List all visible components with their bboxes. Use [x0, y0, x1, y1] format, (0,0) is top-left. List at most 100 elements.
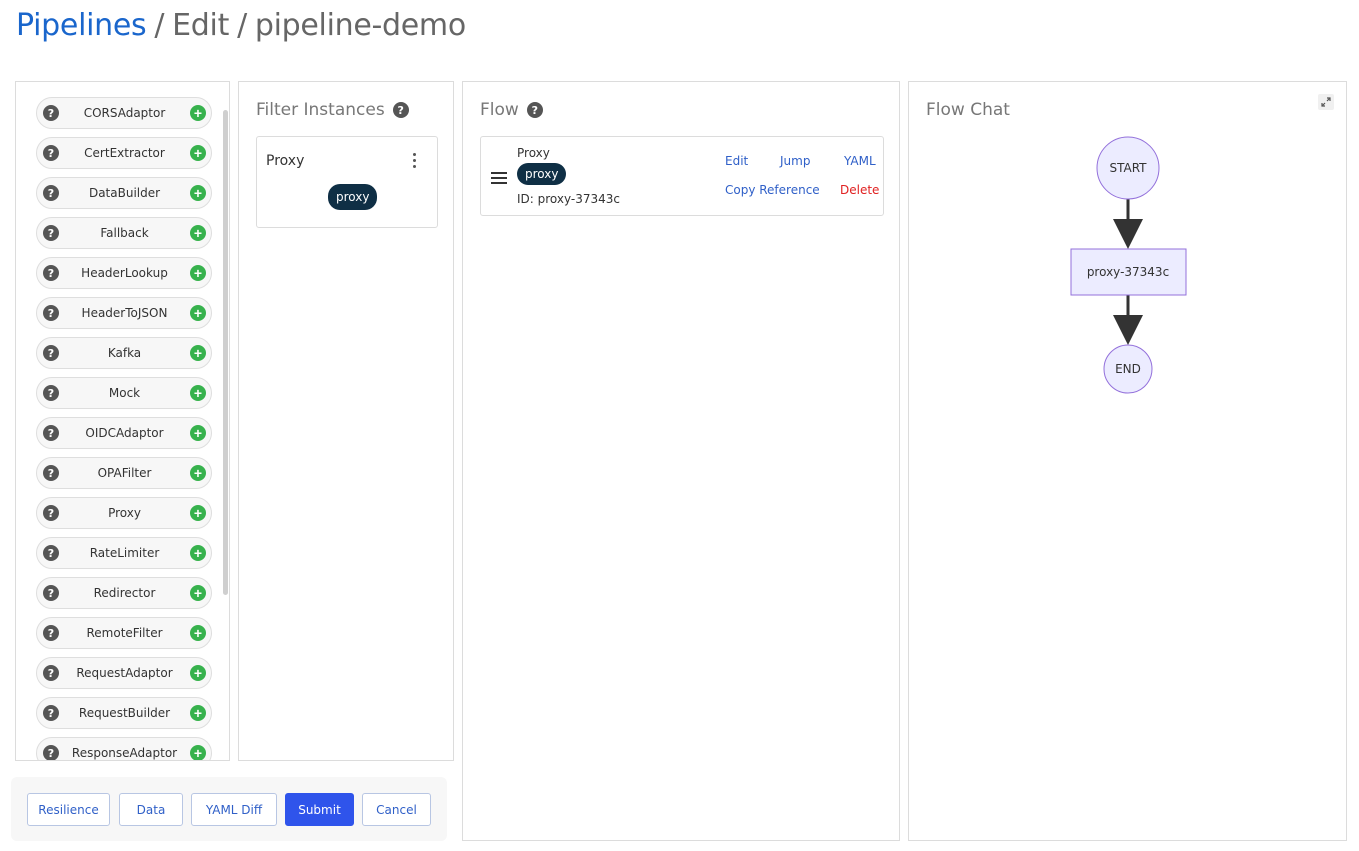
add-icon[interactable]: +	[190, 625, 206, 641]
help-icon[interactable]: ?	[43, 385, 59, 401]
help-icon[interactable]: ?	[392, 102, 409, 118]
help-icon[interactable]: ?	[43, 345, 59, 361]
filter-item[interactable]: ? Redirector +	[36, 577, 212, 609]
help-icon[interactable]: ?	[43, 625, 59, 641]
jump-link[interactable]: Jump	[780, 154, 810, 168]
filter-item-label: DataBuilder	[88, 186, 161, 200]
chart-start-label: START	[1109, 161, 1147, 175]
help-icon[interactable]: ?	[43, 145, 59, 161]
instance-name-tag: proxy	[328, 184, 378, 210]
help-icon[interactable]: ?	[43, 545, 59, 561]
flow-title: Flow ?	[480, 100, 543, 120]
flow-chart-panel: Flow Chat START proxy-37343c END	[908, 81, 1347, 841]
edit-link[interactable]: Edit	[725, 154, 748, 168]
add-icon[interactable]: +	[190, 225, 206, 241]
help-icon[interactable]: ?	[526, 102, 543, 118]
filter-list-scrollbar[interactable]	[223, 110, 228, 595]
yaml-diff-button[interactable]: YAML Diff	[191, 793, 277, 826]
add-icon[interactable]: +	[190, 345, 206, 361]
filter-item[interactable]: ? Proxy +	[36, 497, 212, 529]
filter-item[interactable]: ? RateLimiter +	[36, 537, 212, 569]
add-icon[interactable]: +	[190, 745, 206, 760]
filter-item-label: HeaderToJSON	[81, 306, 168, 320]
filter-item[interactable]: ? Mock +	[36, 377, 212, 409]
filter-item-label: Redirector	[93, 586, 156, 600]
help-icon[interactable]: ?	[43, 305, 59, 321]
data-button[interactable]: Data	[119, 793, 183, 826]
add-icon[interactable]: +	[190, 185, 206, 201]
filter-item-label: Mock	[108, 386, 141, 400]
filter-item[interactable]: ? RequestBuilder +	[36, 697, 212, 729]
help-icon[interactable]: ?	[43, 505, 59, 521]
more-vertical-icon[interactable]	[413, 153, 417, 168]
help-icon[interactable]: ?	[43, 585, 59, 601]
filter-item[interactable]: ? DataBuilder +	[36, 177, 212, 209]
filter-item[interactable]: ? RemoteFilter +	[36, 617, 212, 649]
chart-end-label: END	[1115, 362, 1141, 376]
copy-reference-link[interactable]: Copy Reference	[725, 183, 820, 197]
filter-item-label: CertExtractor	[84, 146, 165, 160]
add-icon[interactable]: +	[190, 265, 206, 281]
help-icon[interactable]: ?	[43, 745, 59, 760]
filter-item[interactable]: ? Fallback +	[36, 217, 212, 249]
help-icon[interactable]: ?	[43, 465, 59, 481]
filter-item[interactable]: ? ResponseAdaptor +	[36, 737, 212, 760]
add-icon[interactable]: +	[190, 665, 206, 681]
breadcrumb-edit: Edit	[172, 8, 230, 43]
help-icon[interactable]: ?	[43, 665, 59, 681]
help-icon[interactable]: ?	[43, 105, 59, 121]
add-icon[interactable]: +	[190, 305, 206, 321]
filter-item-label: Fallback	[100, 226, 149, 240]
filter-item[interactable]: ? Kafka +	[36, 337, 212, 369]
flow-step-id: ID: proxy-37343c	[517, 192, 620, 206]
add-icon[interactable]: +	[190, 105, 206, 121]
filter-item-label: CORSAdaptor	[83, 106, 166, 120]
filter-item-label: OIDCAdaptor	[85, 426, 164, 440]
add-icon[interactable]: +	[190, 505, 206, 521]
breadcrumb-separator: /	[154, 8, 165, 43]
filter-instance-card[interactable]: Proxy proxy	[256, 136, 438, 228]
breadcrumb-pipeline-name: pipeline-demo	[254, 8, 466, 43]
help-icon[interactable]: ?	[43, 705, 59, 721]
drag-handle-icon[interactable]	[491, 172, 507, 184]
filter-item-label: RequestBuilder	[78, 706, 171, 720]
filter-instances-panel: Filter Instances ? Proxy proxy	[238, 81, 454, 761]
add-icon[interactable]: +	[190, 545, 206, 561]
yaml-link[interactable]: YAML	[844, 154, 876, 168]
filter-item-label: RemoteFilter	[86, 626, 163, 640]
filter-item[interactable]: ? CertExtractor +	[36, 137, 212, 169]
add-icon[interactable]: +	[190, 585, 206, 601]
filter-item[interactable]: ? OIDCAdaptor +	[36, 417, 212, 449]
resilience-button[interactable]: Resilience	[27, 793, 110, 826]
submit-button[interactable]: Submit	[285, 793, 354, 826]
filter-item[interactable]: ? HeaderLookup +	[36, 257, 212, 289]
cancel-button[interactable]: Cancel	[362, 793, 431, 826]
add-icon[interactable]: +	[190, 705, 206, 721]
filter-item-label: RateLimiter	[89, 546, 160, 560]
filter-list-panel: ? CORSAdaptor +? CertExtractor +? DataBuilder…	[15, 81, 230, 761]
breadcrumb-pipelines-link[interactable]: Pipelines	[16, 8, 147, 43]
filter-item[interactable]: ? HeaderToJSON +	[36, 297, 212, 329]
breadcrumb-separator: /	[237, 8, 247, 43]
add-icon[interactable]: +	[190, 145, 206, 161]
breadcrumb: Pipelines / Edit / pipeline-demo	[16, 8, 466, 43]
chart-proxy-node[interactable]: proxy-37343c	[1070, 248, 1187, 296]
add-icon[interactable]: +	[190, 385, 206, 401]
flow-step-card: Proxy proxy ID: proxy-37343c Edit Jump Y…	[480, 136, 884, 216]
flow-title-text: Flow	[480, 100, 519, 120]
add-icon[interactable]: +	[190, 425, 206, 441]
filter-item[interactable]: ? CORSAdaptor +	[36, 97, 212, 129]
add-icon[interactable]: +	[190, 465, 206, 481]
help-icon[interactable]: ?	[43, 225, 59, 241]
filter-item-label: ResponseAdaptor	[71, 746, 178, 760]
filter-item[interactable]: ? OPAFilter +	[36, 457, 212, 489]
filter-item[interactable]: ? RequestAdaptor +	[36, 657, 212, 689]
filter-list: ? CORSAdaptor +? CertExtractor +? DataBuilder…	[36, 97, 212, 760]
flow-panel: Flow ? Proxy proxy ID: proxy-37343c Edit…	[462, 81, 900, 841]
help-icon[interactable]: ?	[43, 425, 59, 441]
chart-end-node: END	[1103, 344, 1153, 394]
flow-step-kind: Proxy	[517, 146, 550, 160]
help-icon[interactable]: ?	[43, 265, 59, 281]
delete-link[interactable]: Delete	[840, 183, 879, 197]
help-icon[interactable]: ?	[43, 185, 59, 201]
